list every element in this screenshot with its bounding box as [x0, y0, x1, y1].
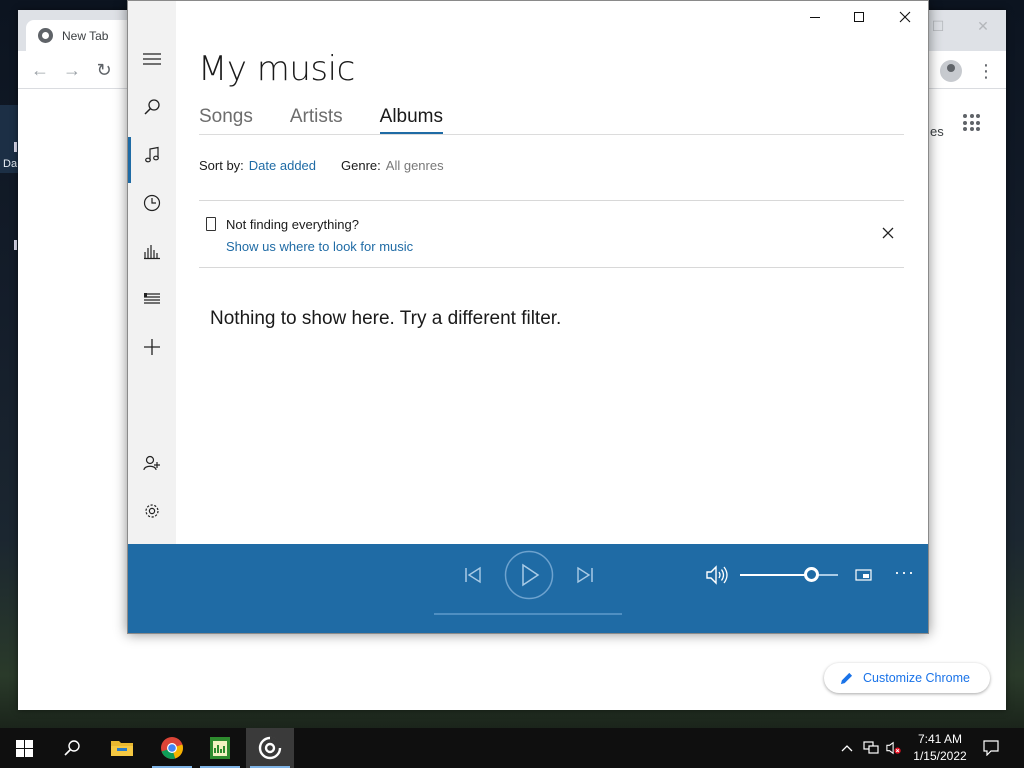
tabs-divider — [199, 134, 904, 135]
taskbar-file-explorer[interactable] — [98, 728, 146, 768]
volume-icon[interactable] — [705, 564, 729, 586]
volume-muted-icon[interactable] — [886, 740, 902, 756]
phone-icon — [206, 217, 216, 231]
nav-recent[interactable] — [128, 179, 176, 227]
close-button[interactable] — [890, 7, 920, 27]
chrome-favicon-icon — [38, 28, 53, 43]
seek-bar[interactable] — [434, 613, 622, 615]
notice-title: Not finding everything? — [226, 217, 359, 232]
start-button[interactable] — [0, 728, 48, 768]
genre-dropdown[interactable]: All genres — [386, 158, 444, 173]
missing-music-notice: Not finding everything? Show us where to… — [199, 200, 904, 268]
notice-close-icon[interactable] — [881, 226, 895, 240]
nav-rail — [128, 1, 176, 544]
nav-playlists[interactable] — [128, 275, 176, 323]
taskbar-groove-music[interactable] — [246, 728, 294, 768]
choose-folders-link[interactable]: Show us where to look for music — [226, 239, 413, 254]
taskbar-chrome[interactable] — [148, 728, 196, 768]
maximize-button[interactable] — [844, 7, 874, 27]
back-arrow-icon[interactable]: ← — [29, 59, 51, 81]
chrome-menu-icon[interactable]: ⋮ — [976, 60, 996, 82]
chrome-profile-icon[interactable] — [940, 60, 962, 82]
clock-icon — [143, 194, 161, 212]
sort-label: Sort by: — [199, 158, 244, 173]
customize-chrome-label: Customize Chrome — [863, 671, 970, 685]
equalizer-icon — [144, 245, 160, 260]
chrome-tab-title: New Tab — [62, 29, 109, 43]
groove-music-window: My music Songs Artists Albums Sort by: D… — [127, 0, 929, 634]
search-icon — [64, 740, 80, 756]
customize-chrome-button[interactable]: Customize Chrome — [824, 663, 990, 693]
playlist-icon — [144, 293, 160, 304]
spreadsheet-icon — [210, 737, 230, 759]
google-apps-icon[interactable] — [963, 114, 980, 131]
add-person-icon — [143, 455, 160, 471]
system-clock[interactable]: 7:41 AM 1/15/2022 — [907, 731, 973, 765]
taskbar-search-button[interactable] — [48, 728, 96, 768]
hamburger-menu-button[interactable] — [128, 35, 176, 83]
pencil-icon — [840, 672, 853, 684]
search-icon — [144, 99, 160, 115]
nav-my-music[interactable] — [128, 131, 176, 183]
more-options-icon[interactable]: ··· — [894, 562, 915, 583]
volume-slider-fill — [740, 574, 812, 576]
desktop-mark — [14, 142, 17, 152]
forward-arrow-icon[interactable]: → — [61, 59, 83, 81]
desktop-mark — [14, 240, 17, 250]
maximize-icon — [854, 12, 864, 22]
plus-icon — [144, 339, 160, 355]
volume-slider-thumb[interactable] — [804, 567, 820, 582]
settings-button[interactable] — [128, 487, 176, 535]
minimize-icon — [810, 17, 820, 18]
taskbar: 7:41 AM 1/15/2022 — [0, 728, 1024, 768]
page-title: My music — [198, 49, 355, 89]
network-icon[interactable] — [863, 740, 879, 756]
view-tabs: Songs Artists Albums — [199, 106, 480, 134]
tab-songs[interactable]: Songs — [199, 106, 253, 134]
file-explorer-icon — [111, 741, 133, 756]
sign-in-button[interactable] — [128, 439, 176, 487]
clock-time: 7:41 AM — [917, 732, 963, 746]
action-center-icon[interactable] — [983, 740, 999, 756]
music-note-icon — [145, 146, 159, 163]
next-track-icon[interactable] — [574, 564, 596, 586]
start-icon — [15, 739, 33, 757]
clock-date: 1/15/2022 — [913, 749, 967, 763]
genre-label: Genre: — [341, 158, 381, 173]
taskbar-spreadsheet[interactable] — [196, 728, 244, 768]
chrome-icon — [161, 737, 183, 759]
hamburger-icon — [143, 53, 161, 65]
reload-icon[interactable]: ↻ — [93, 59, 115, 81]
nav-now-playing[interactable] — [128, 227, 176, 275]
chrome-maximize-icon[interactable]: ☐ — [928, 16, 948, 36]
gear-icon — [145, 504, 159, 518]
chrome-partial-text[interactable]: es — [930, 124, 944, 139]
tab-albums[interactable]: Albums — [379, 106, 444, 134]
show-hidden-icons-icon[interactable] — [839, 740, 855, 756]
filter-bar: Sort by: Date added Genre: All genres — [199, 158, 469, 173]
mini-player-icon[interactable] — [855, 568, 873, 582]
player-bar: ··· — [128, 544, 928, 633]
tab-artists[interactable]: Artists — [290, 106, 343, 134]
minimize-button[interactable] — [800, 7, 830, 27]
close-icon — [899, 11, 911, 23]
groove-music-icon — [258, 736, 282, 760]
empty-state-message: Nothing to show here. Try a different fi… — [210, 308, 562, 329]
chrome-close-icon[interactable]: ✕ — [973, 16, 993, 36]
desktop-icon-label[interactable]: Da — [3, 158, 17, 170]
play-button[interactable] — [504, 550, 554, 600]
previous-track-icon[interactable] — [462, 564, 484, 586]
search-button[interactable] — [128, 83, 176, 131]
sort-dropdown[interactable]: Date added — [249, 158, 316, 173]
new-playlist-button[interactable] — [128, 323, 176, 371]
